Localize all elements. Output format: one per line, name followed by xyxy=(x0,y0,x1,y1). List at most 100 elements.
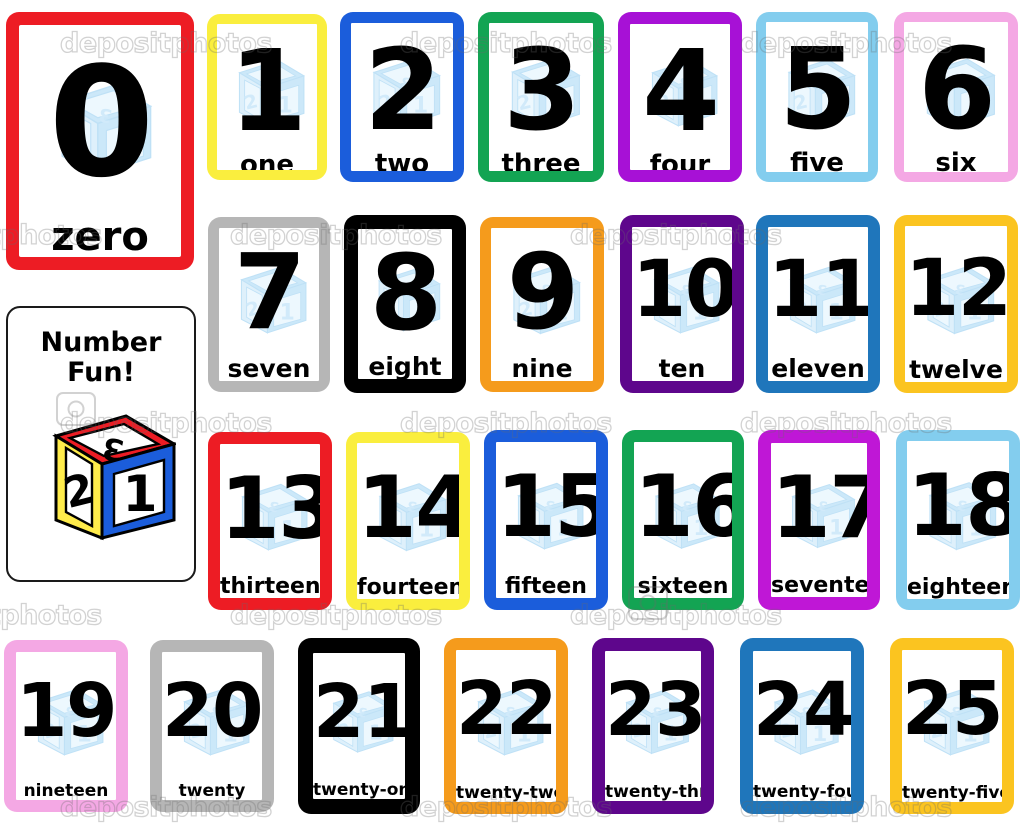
flashcard-face: 3 2 1 0 zero xyxy=(17,23,183,259)
flashcard-face: 3 2 1 3 three xyxy=(487,21,595,173)
flashcard-numeral: 8 xyxy=(369,232,442,354)
flashcard-eighteen[interactable]: 32118eighteen xyxy=(896,430,1020,610)
flashcard-fourteen[interactable]: 32114fourteen xyxy=(346,432,470,610)
flashcard-word: four xyxy=(649,150,711,172)
flashcard-word: eighteen xyxy=(907,575,1011,600)
flashcard-word-slot: fifteen xyxy=(496,568,596,598)
flashcard-numeral: 10 xyxy=(632,245,734,335)
flashcard-numeral: 20 xyxy=(162,668,263,754)
flashcard-numeral: 18 xyxy=(907,456,1009,556)
flashcard-face: 3 2 1 7 seven xyxy=(217,226,321,383)
flashcard-twenty-five[interactable]: 3 2 1 25 twenty-five xyxy=(890,638,1014,814)
flashcard-sixteen[interactable]: 32116sixteen xyxy=(622,430,744,610)
flashcard-word-slot: eleven xyxy=(768,352,868,381)
flashcard-nine[interactable]: 3 2 1 9 nine xyxy=(480,217,604,392)
number-block-illustration: 3 2 1 xyxy=(26,398,178,552)
flashcard-ten[interactable]: 3 2 1 10 ten xyxy=(620,215,744,393)
flashcard-word: nine xyxy=(511,354,573,383)
flashcard-eight[interactable]: 3 2 1 8 eight xyxy=(344,215,466,393)
flashcard-word-slot: five xyxy=(766,146,868,174)
flashcard-word: five xyxy=(790,148,844,174)
flashcard-word-slot: one xyxy=(217,148,317,172)
flashcard-word-slot: nine xyxy=(491,352,593,381)
flashcard-numeral: 1 xyxy=(229,27,307,157)
flashcard-numeral: 5 xyxy=(779,25,857,155)
flashcard-word-slot: seventeen xyxy=(771,567,867,597)
flashcard-four[interactable]: 3 2 1 4 four xyxy=(618,12,742,182)
flashcard-face: 3 2 1 6 six xyxy=(902,20,1010,174)
flashcard-face: 3 2 1 1 one xyxy=(215,22,319,172)
flashcard-face: 3 2 1 2 two xyxy=(349,21,455,173)
flashcard-word-slot: four xyxy=(630,148,730,172)
flashcard-numeral: 14 xyxy=(357,458,459,558)
flashcard-six[interactable]: 3 2 1 6 six xyxy=(894,12,1018,182)
flashcard-word: fourteen xyxy=(357,575,461,600)
flashcard-twenty-three[interactable]: 32123twenty-three xyxy=(592,638,714,814)
flashcard-numeral: 7 xyxy=(233,231,306,353)
flashcard-word-slot: twenty xyxy=(162,773,262,800)
flashcard-word-slot: thirteen xyxy=(220,568,320,598)
flashcard-word-slot: twenty-one xyxy=(313,772,405,799)
flashcard-numeral: 3 xyxy=(503,26,581,156)
flashcard-word: one xyxy=(239,150,294,172)
flashcard-numeral: 21 xyxy=(313,669,407,755)
flashcard-word: three xyxy=(501,149,581,173)
flashcard-word-slot: eighteen xyxy=(907,569,1009,599)
flashcard-word-slot: six xyxy=(904,146,1008,174)
flashcard-face: 32124twenty-four xyxy=(751,649,853,803)
flashcard-twenty-two[interactable]: 3 2 1 22 twenty-two xyxy=(444,638,568,814)
flashcard-numeral: 22 xyxy=(456,666,557,752)
flashcard-face: 32116sixteen xyxy=(632,440,734,600)
flashcard-numeral: 23 xyxy=(605,667,703,753)
flashcard-face: 32113thirteen xyxy=(218,442,322,600)
flashcard-thirteen[interactable]: 32113thirteen xyxy=(208,432,332,610)
flashcard-twelve[interactable]: 3 2 1 12 twelve xyxy=(894,215,1018,393)
flashcard-twenty-one[interactable]: 32121twenty-one xyxy=(298,638,420,814)
flashcard-zero[interactable]: 3 2 1 0 zero xyxy=(6,12,194,270)
flashcard-face: 3 2 1 9 nine xyxy=(489,226,595,383)
flashcard-face: 3 2 1 20 twenty xyxy=(160,650,264,802)
flashcard-face: 3 2 1 12 twelve xyxy=(903,224,1009,384)
flashcard-numeral: 6 xyxy=(918,25,996,155)
flashcard-word: twenty-three xyxy=(605,782,701,802)
flashcard-word: twenty xyxy=(178,781,246,801)
flashcard-word: twenty-one xyxy=(313,780,405,800)
flashcard-three[interactable]: 3 2 1 3 three xyxy=(478,12,604,182)
flashcard-word-slot: twenty-two xyxy=(456,775,556,802)
flashcard-face: 3 2 1 10 ten xyxy=(630,225,734,383)
flashcard-word: eight xyxy=(368,352,442,381)
flashcard-fifteen[interactable]: 32115fifteen xyxy=(484,430,608,610)
flashcard-five[interactable]: 3 2 1 5 five xyxy=(756,12,878,182)
flashcard-word-slot: two xyxy=(351,147,453,171)
flashcard-word: zero xyxy=(51,214,149,259)
flashcard-eleven[interactable]: 3 2 1 11 eleven xyxy=(756,215,880,393)
flashcard-two[interactable]: 3 2 1 2 two xyxy=(340,12,464,182)
flashcard-numeral: 24 xyxy=(753,667,853,753)
flashcard-word-slot: twenty-three xyxy=(605,774,701,801)
flashcard-word-slot: zero xyxy=(19,211,181,257)
flashcard-word: fifteen xyxy=(505,574,587,599)
flashcard-numeral: 0 xyxy=(48,34,155,211)
flashcard-nineteen[interactable]: 3 2 1 19 nineteen xyxy=(4,640,128,812)
flashcard-word-slot: ten xyxy=(632,352,732,381)
flashcard-numeral: 4 xyxy=(642,27,720,157)
flashcard-numeral: 19 xyxy=(16,668,117,754)
flashcard-numeral: 2 xyxy=(364,26,442,156)
flashcard-word: six xyxy=(935,148,977,174)
flashcard-face: 32115fifteen xyxy=(494,440,598,600)
flashcard-face: 3 2 1 5 five xyxy=(764,20,870,174)
flashcard-word-slot: seven xyxy=(219,352,319,381)
flashcard-face: 3 2 1 4 four xyxy=(628,22,732,172)
flashcard-word: twenty-four xyxy=(753,782,851,802)
flashcard-twenty[interactable]: 3 2 1 20 twenty xyxy=(150,640,274,812)
flashcard-face: 32114fourteen xyxy=(355,441,461,601)
number-fun-title-card: Number Fun! 3 2 1 xyxy=(6,306,196,582)
flashcard-twenty-four[interactable]: 32124twenty-four xyxy=(740,638,864,814)
flashcard-numeral: 17 xyxy=(771,458,867,558)
flashcard-word: twenty-five xyxy=(902,783,1004,803)
flashcard-one[interactable]: 3 2 1 1 one xyxy=(207,14,327,180)
flashcard-seventeen[interactable]: 32117seventeen xyxy=(758,430,880,610)
flashcard-word: twelve xyxy=(909,355,1003,384)
flashcard-seven[interactable]: 3 2 1 7 seven xyxy=(208,217,330,392)
flashcard-word-slot: fourteen xyxy=(357,569,459,599)
